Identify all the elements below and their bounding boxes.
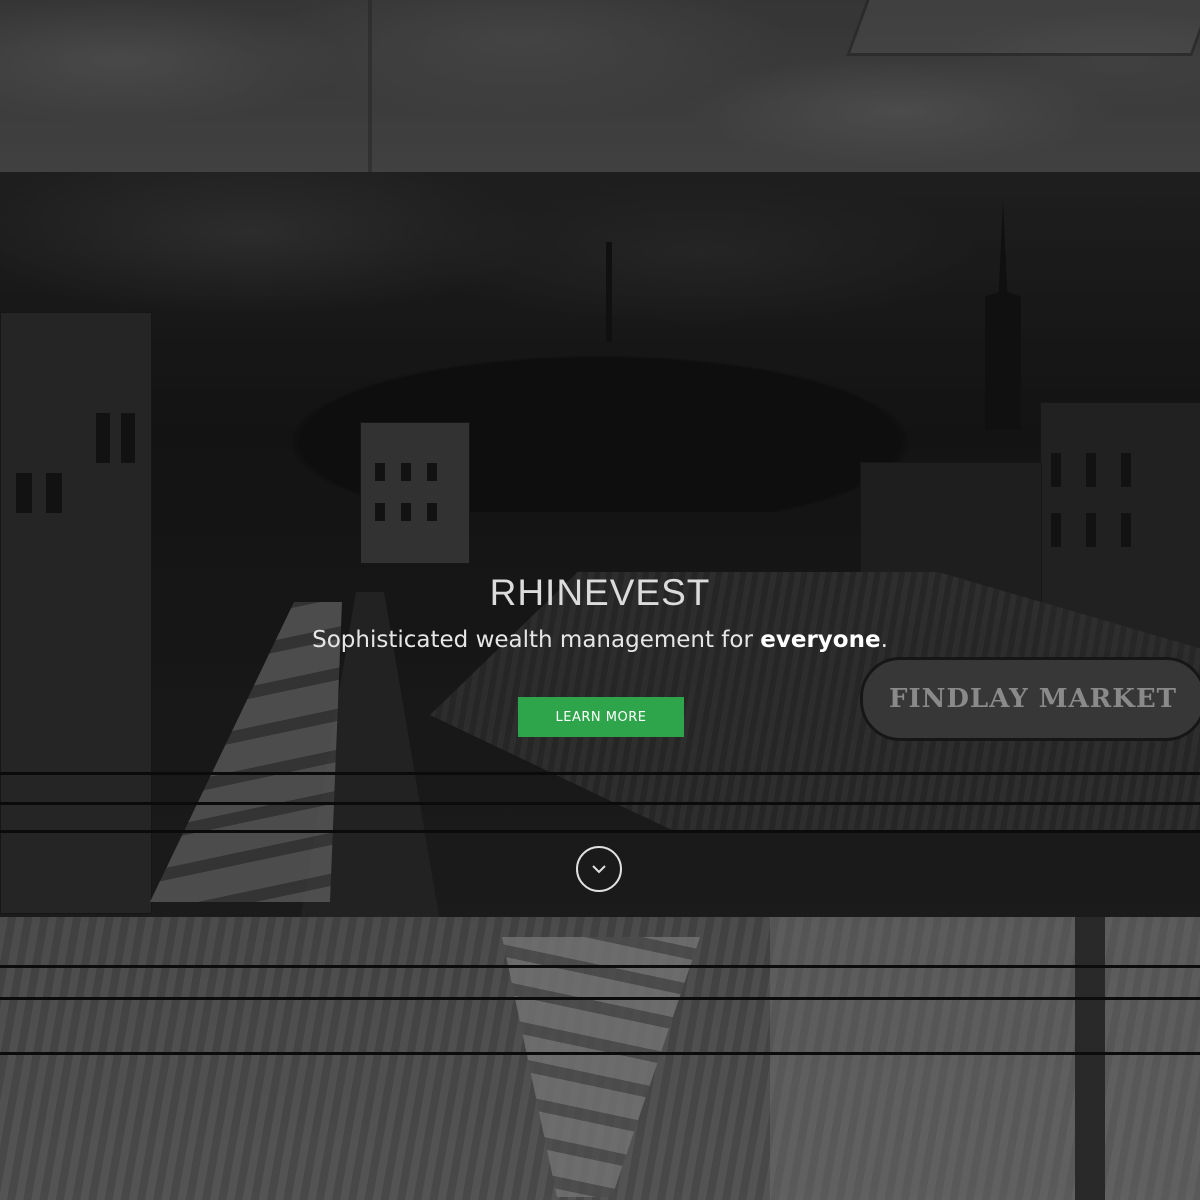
antenna-mast bbox=[368, 0, 372, 172]
background-photo-bottom bbox=[0, 917, 1200, 1200]
background-photo-top bbox=[0, 0, 1200, 172]
power-line bbox=[0, 1052, 1200, 1055]
power-line bbox=[0, 997, 1200, 1000]
scroll-down-button[interactable] bbox=[576, 846, 622, 892]
learn-more-button[interactable]: LEARN MORE bbox=[518, 697, 684, 737]
tagline: Sophisticated wealth management for ever… bbox=[0, 627, 1200, 653]
roof-fragment bbox=[846, 0, 1200, 56]
market-tents-fragment bbox=[502, 937, 700, 1197]
brand-title: RHINEVEST bbox=[489, 572, 711, 613]
tagline-prefix: Sophisticated wealth management for bbox=[312, 627, 761, 653]
tagline-suffix: . bbox=[880, 627, 888, 653]
hero-section: RHINEVEST Sophisticated wealth managemen… bbox=[0, 172, 1200, 917]
utility-pole bbox=[1075, 917, 1105, 1200]
chevron-down-icon bbox=[592, 865, 606, 874]
power-line bbox=[0, 965, 1200, 968]
building-fragment bbox=[770, 917, 1200, 1200]
tagline-emphasis: everyone bbox=[760, 627, 881, 653]
